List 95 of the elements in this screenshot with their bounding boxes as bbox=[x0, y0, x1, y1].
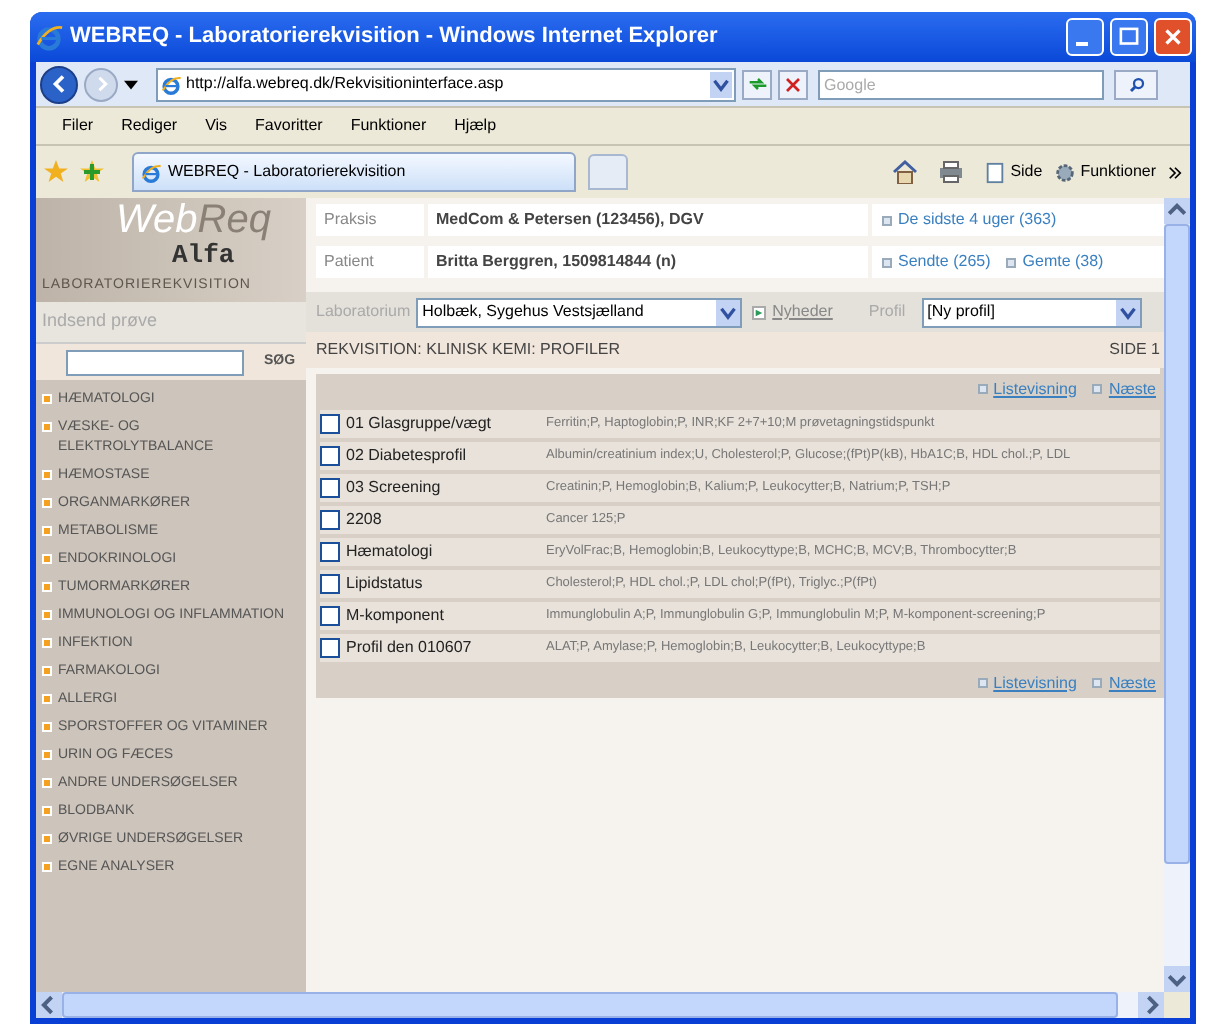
checkbox[interactable] bbox=[320, 414, 340, 434]
profile-name[interactable]: Lipidstatus bbox=[346, 572, 546, 596]
bullet-icon bbox=[42, 582, 52, 592]
menu-item[interactable]: Rediger bbox=[119, 114, 180, 138]
window-title: WEBREQ - Laboratorierekvisition - Windows Internet Explorer bbox=[70, 22, 720, 53]
bullet-icon bbox=[42, 834, 52, 844]
browser-icon bbox=[34, 22, 64, 52]
bullet-icon bbox=[42, 610, 52, 620]
close-icon bbox=[1160, 24, 1186, 50]
gear-icon bbox=[1054, 161, 1077, 183]
field-label: Profil bbox=[868, 300, 906, 324]
checkbox[interactable] bbox=[320, 542, 340, 562]
profile-name[interactable]: Profil den 010607 bbox=[346, 636, 546, 660]
close-button[interactable] bbox=[1154, 18, 1192, 56]
bullet-icon bbox=[42, 862, 52, 872]
back-button[interactable] bbox=[40, 65, 78, 103]
vertical-scrollbar[interactable] bbox=[1164, 198, 1190, 992]
stop-button[interactable] bbox=[778, 69, 808, 99]
profile-name[interactable]: 02 Diabetesprofil bbox=[346, 444, 546, 468]
link[interactable]: Gemte (38) bbox=[1006, 250, 1104, 274]
profile-name[interactable]: 2208 bbox=[346, 508, 546, 532]
home-icon bbox=[892, 160, 919, 184]
field-value: MedCom & Petersen (123456), DGV bbox=[428, 204, 868, 236]
field-label: Patient bbox=[316, 246, 424, 278]
field-value: Britta Berggren, 1509814844 (n) bbox=[428, 246, 868, 278]
field-label: Laboratorium bbox=[316, 300, 411, 324]
menu-item[interactable]: Filer bbox=[60, 114, 96, 138]
profile-name[interactable]: Hæmatologi bbox=[346, 540, 546, 564]
page-icon bbox=[984, 161, 1007, 183]
menu-item[interactable]: Vis bbox=[203, 114, 230, 138]
printer-icon bbox=[938, 160, 965, 184]
page-icon bbox=[140, 161, 162, 183]
sidebar-title: Indsend prøve bbox=[42, 308, 158, 335]
bullet-icon bbox=[42, 638, 52, 648]
search-button[interactable] bbox=[1114, 69, 1158, 99]
checkbox[interactable] bbox=[320, 510, 340, 530]
refresh-button[interactable] bbox=[742, 69, 772, 99]
maximize-button[interactable] bbox=[1110, 18, 1148, 56]
caret-icon bbox=[124, 79, 138, 89]
search-field[interactable]: Google bbox=[818, 69, 1104, 99]
page-number: SIDE 1 bbox=[1109, 338, 1160, 362]
link[interactable]: Næste bbox=[1092, 671, 1156, 695]
menu-item[interactable]: Favoritter bbox=[253, 114, 325, 138]
bullet-icon bbox=[42, 666, 52, 676]
dropdown-icon bbox=[716, 299, 741, 325]
dropdown-field[interactable]: Holbæk, Sygehus Vestsjælland bbox=[416, 297, 743, 327]
bullet-icon bbox=[42, 722, 52, 732]
section-title: REKVISITION: KLINISK KEMI: PROFILER bbox=[316, 338, 621, 362]
checkbox[interactable] bbox=[320, 446, 340, 466]
maximize-icon bbox=[1116, 24, 1142, 50]
menu-item[interactable]: Hjælp bbox=[452, 114, 499, 138]
add-favorite-icon bbox=[80, 160, 104, 184]
news-link[interactable]: Nyheder bbox=[752, 300, 833, 324]
chevron-icon bbox=[1168, 165, 1182, 179]
bullet-icon bbox=[42, 694, 52, 704]
bullet-icon bbox=[42, 554, 52, 564]
bullet-icon bbox=[42, 422, 52, 432]
bullet-icon bbox=[42, 778, 52, 788]
search-icon bbox=[1127, 75, 1145, 93]
dropdown-field[interactable]: [Ny profil] bbox=[921, 297, 1142, 327]
bullet-icon bbox=[42, 470, 52, 480]
profile-name[interactable]: 01 Glasgruppe/vægt bbox=[346, 412, 546, 436]
refresh-icon bbox=[747, 74, 767, 94]
checkbox[interactable] bbox=[320, 574, 340, 594]
field-label: Praksis bbox=[316, 204, 424, 236]
profile-name[interactable]: 03 Screening bbox=[346, 476, 546, 500]
command-button[interactable]: Funktioner bbox=[1054, 160, 1156, 184]
stop-icon bbox=[784, 75, 802, 93]
search-field[interactable] bbox=[66, 349, 244, 375]
bullet-icon bbox=[42, 806, 52, 816]
link[interactable]: Næste bbox=[1092, 377, 1156, 401]
page-icon bbox=[160, 73, 182, 95]
star-icon bbox=[44, 160, 68, 184]
link[interactable]: De sidste 4 uger (363) bbox=[882, 208, 1057, 232]
scrollbar-corner bbox=[1164, 992, 1190, 1018]
dropdown-icon bbox=[1115, 299, 1140, 325]
minimize-icon bbox=[1076, 41, 1088, 45]
address-field[interactable]: http://alfa.webreq.dk/Rekvisitioninterface.asp bbox=[156, 67, 736, 101]
command-button[interactable]: Side bbox=[984, 160, 1043, 184]
checkbox[interactable] bbox=[320, 638, 340, 658]
horizontal-scrollbar[interactable] bbox=[36, 992, 1190, 1018]
bullet-icon bbox=[42, 498, 52, 508]
checkbox[interactable] bbox=[320, 478, 340, 498]
link[interactable]: Listevisning bbox=[977, 377, 1077, 401]
dropdown-icon bbox=[710, 71, 732, 97]
link[interactable]: Listevisning bbox=[977, 671, 1077, 695]
minimize-button[interactable] bbox=[1066, 18, 1104, 56]
browser-tab[interactable]: WEBREQ - Laboratorierekvisition bbox=[132, 152, 576, 192]
menu-item[interactable]: Funktioner bbox=[348, 114, 429, 138]
bullet-icon bbox=[42, 526, 52, 536]
checkbox[interactable] bbox=[320, 606, 340, 626]
bullet-icon bbox=[42, 750, 52, 760]
link[interactable]: Sendte (265) bbox=[882, 250, 991, 274]
bullet-icon bbox=[42, 394, 52, 404]
profile-name[interactable]: M-komponent bbox=[346, 604, 546, 628]
